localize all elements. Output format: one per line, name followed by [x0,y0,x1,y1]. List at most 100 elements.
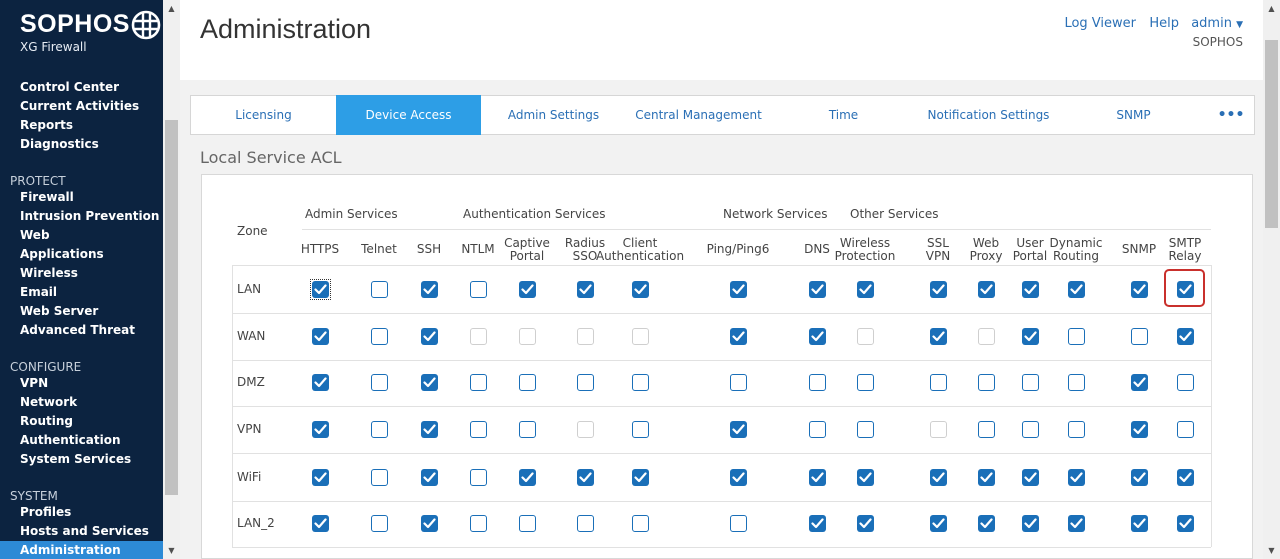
sidebar-item-current-activities[interactable]: Current Activities [0,97,163,116]
checkbox-lan-2-ntlm[interactable] [470,515,487,532]
checkbox-wifi-snmp[interactable] [1131,469,1148,486]
sidebar-item-control-center[interactable]: Control Center [0,78,163,97]
checkbox-wan-sslvpn[interactable] [930,328,947,345]
checkbox-dmz-smtp[interactable] [1177,374,1194,391]
checkbox-wan-dns[interactable] [809,328,826,345]
sidebar-item-vpn[interactable]: VPN [0,374,163,393]
checkbox-dmz-ntlm[interactable] [470,374,487,391]
checkbox-vpn-userportal[interactable] [1022,421,1039,438]
checkbox-lan-2-telnet[interactable] [371,515,388,532]
sidebar-item-wireless[interactable]: Wireless [0,264,163,283]
sidebar-item-network[interactable]: Network [0,393,163,412]
checkbox-lan-ping[interactable] [730,281,747,298]
sidebar-item-web[interactable]: Web [0,226,163,245]
checkbox-lan-2-snmp[interactable] [1131,515,1148,532]
checkbox-lan-2-ping[interactable] [730,515,747,532]
checkbox-lan-2-client_auth[interactable] [632,515,649,532]
checkbox-vpn-captive[interactable] [519,421,536,438]
sidebar-scroll-thumb[interactable] [165,120,178,495]
checkbox-lan-2-radius[interactable] [577,515,594,532]
admin-menu[interactable]: admin ▼ [1191,16,1243,31]
checkbox-lan-2-smtp[interactable] [1177,515,1194,532]
checkbox-dmz-dns[interactable] [809,374,826,391]
tab-time[interactable]: Time [771,96,916,134]
tab-snmp[interactable]: SNMP [1061,96,1206,134]
checkbox-wifi-telnet[interactable] [371,469,388,486]
checkbox-lan-webproxy[interactable] [978,281,995,298]
sidebar-item-email[interactable]: Email [0,283,163,302]
checkbox-lan-2-wireless[interactable] [857,515,874,532]
checkbox-lan-userportal[interactable] [1022,281,1039,298]
checkbox-lan-ssh[interactable] [421,281,438,298]
checkbox-wifi-userportal[interactable] [1022,469,1039,486]
checkbox-wifi-ping[interactable] [730,469,747,486]
checkbox-dmz-dynrouting[interactable] [1068,374,1085,391]
checkbox-wan-ssh[interactable] [421,328,438,345]
checkbox-vpn-https[interactable] [312,421,329,438]
sidebar-item-system-services[interactable]: System Services [0,450,163,469]
checkbox-vpn-smtp[interactable] [1177,421,1194,438]
tab-device-access[interactable]: Device Access [336,95,481,135]
checkbox-wifi-captive[interactable] [519,469,536,486]
checkbox-lan-snmp[interactable] [1131,281,1148,298]
checkbox-lan-2-sslvpn[interactable] [930,515,947,532]
tab-admin-settings[interactable]: Admin Settings [481,96,626,134]
help-link[interactable]: Help [1149,16,1179,31]
checkbox-wan-https[interactable] [312,328,329,345]
checkbox-wan-smtp[interactable] [1177,328,1194,345]
checkbox-wifi-client_auth[interactable] [632,469,649,486]
checkbox-lan-2-webproxy[interactable] [978,515,995,532]
scroll-up-icon[interactable]: ▲ [163,0,180,17]
sidebar-item-advanced-threat[interactable]: Advanced Threat [0,321,163,340]
checkbox-vpn-wireless[interactable] [857,421,874,438]
checkbox-lan-ntlm[interactable] [470,281,487,298]
checkbox-wifi-https[interactable] [312,469,329,486]
checkbox-dmz-radius[interactable] [577,374,594,391]
scroll-up-icon[interactable]: ▲ [1263,0,1280,17]
checkbox-wifi-smtp[interactable] [1177,469,1194,486]
checkbox-dmz-webproxy[interactable] [978,374,995,391]
sophos-logo[interactable]: SOPHOS XG Firewall [20,10,165,60]
checkbox-wan-ping[interactable] [730,328,747,345]
sidebar-item-diagnostics[interactable]: Diagnostics [0,135,163,154]
checkbox-dmz-wireless[interactable] [857,374,874,391]
checkbox-dmz-userportal[interactable] [1022,374,1039,391]
checkbox-lan-telnet[interactable] [371,281,388,298]
checkbox-lan-dns[interactable] [809,281,826,298]
checkbox-vpn-webproxy[interactable] [978,421,995,438]
checkbox-wifi-sslvpn[interactable] [930,469,947,486]
sidebar-item-authentication[interactable]: Authentication [0,431,163,450]
sidebar-item-applications[interactable]: Applications [0,245,163,264]
checkbox-lan-2-https[interactable] [312,515,329,532]
page-scrollbar[interactable]: ▲ ▼ [1263,0,1280,559]
checkbox-dmz-client_auth[interactable] [632,374,649,391]
checkbox-lan-2-ssh[interactable] [421,515,438,532]
tab-notification-settings[interactable]: Notification Settings [916,96,1061,134]
checkbox-dmz-telnet[interactable] [371,374,388,391]
checkbox-wifi-ntlm[interactable] [470,469,487,486]
checkbox-vpn-dns[interactable] [809,421,826,438]
sidebar-item-web-server[interactable]: Web Server [0,302,163,321]
checkbox-lan-wireless[interactable] [857,281,874,298]
sidebar-item-firewall[interactable]: Firewall [0,188,163,207]
checkbox-lan-dynrouting[interactable] [1068,281,1085,298]
checkbox-lan-sslvpn[interactable] [930,281,947,298]
checkbox-lan-2-dns[interactable] [809,515,826,532]
log-viewer-link[interactable]: Log Viewer [1064,16,1136,31]
checkbox-lan-2-dynrouting[interactable] [1068,515,1085,532]
checkbox-wifi-dynrouting[interactable] [1068,469,1085,486]
checkbox-vpn-snmp[interactable] [1131,421,1148,438]
checkbox-dmz-sslvpn[interactable] [930,374,947,391]
checkbox-dmz-ssh[interactable] [421,374,438,391]
checkbox-wifi-radius[interactable] [577,469,594,486]
checkbox-wan-telnet[interactable] [371,328,388,345]
sidebar-item-profiles[interactable]: Profiles [0,503,163,522]
checkbox-lan-2-captive[interactable] [519,515,536,532]
checkbox-dmz-ping[interactable] [730,374,747,391]
checkbox-vpn-client_auth[interactable] [632,421,649,438]
tab-central-management[interactable]: Central Management [626,96,771,134]
sidebar-item-hosts-and-services[interactable]: Hosts and Services [0,522,163,541]
checkbox-wan-dynrouting[interactable] [1068,328,1085,345]
sidebar-item-intrusion-prevention[interactable]: Intrusion Prevention [0,207,163,226]
checkbox-wan-userportal[interactable] [1022,328,1039,345]
